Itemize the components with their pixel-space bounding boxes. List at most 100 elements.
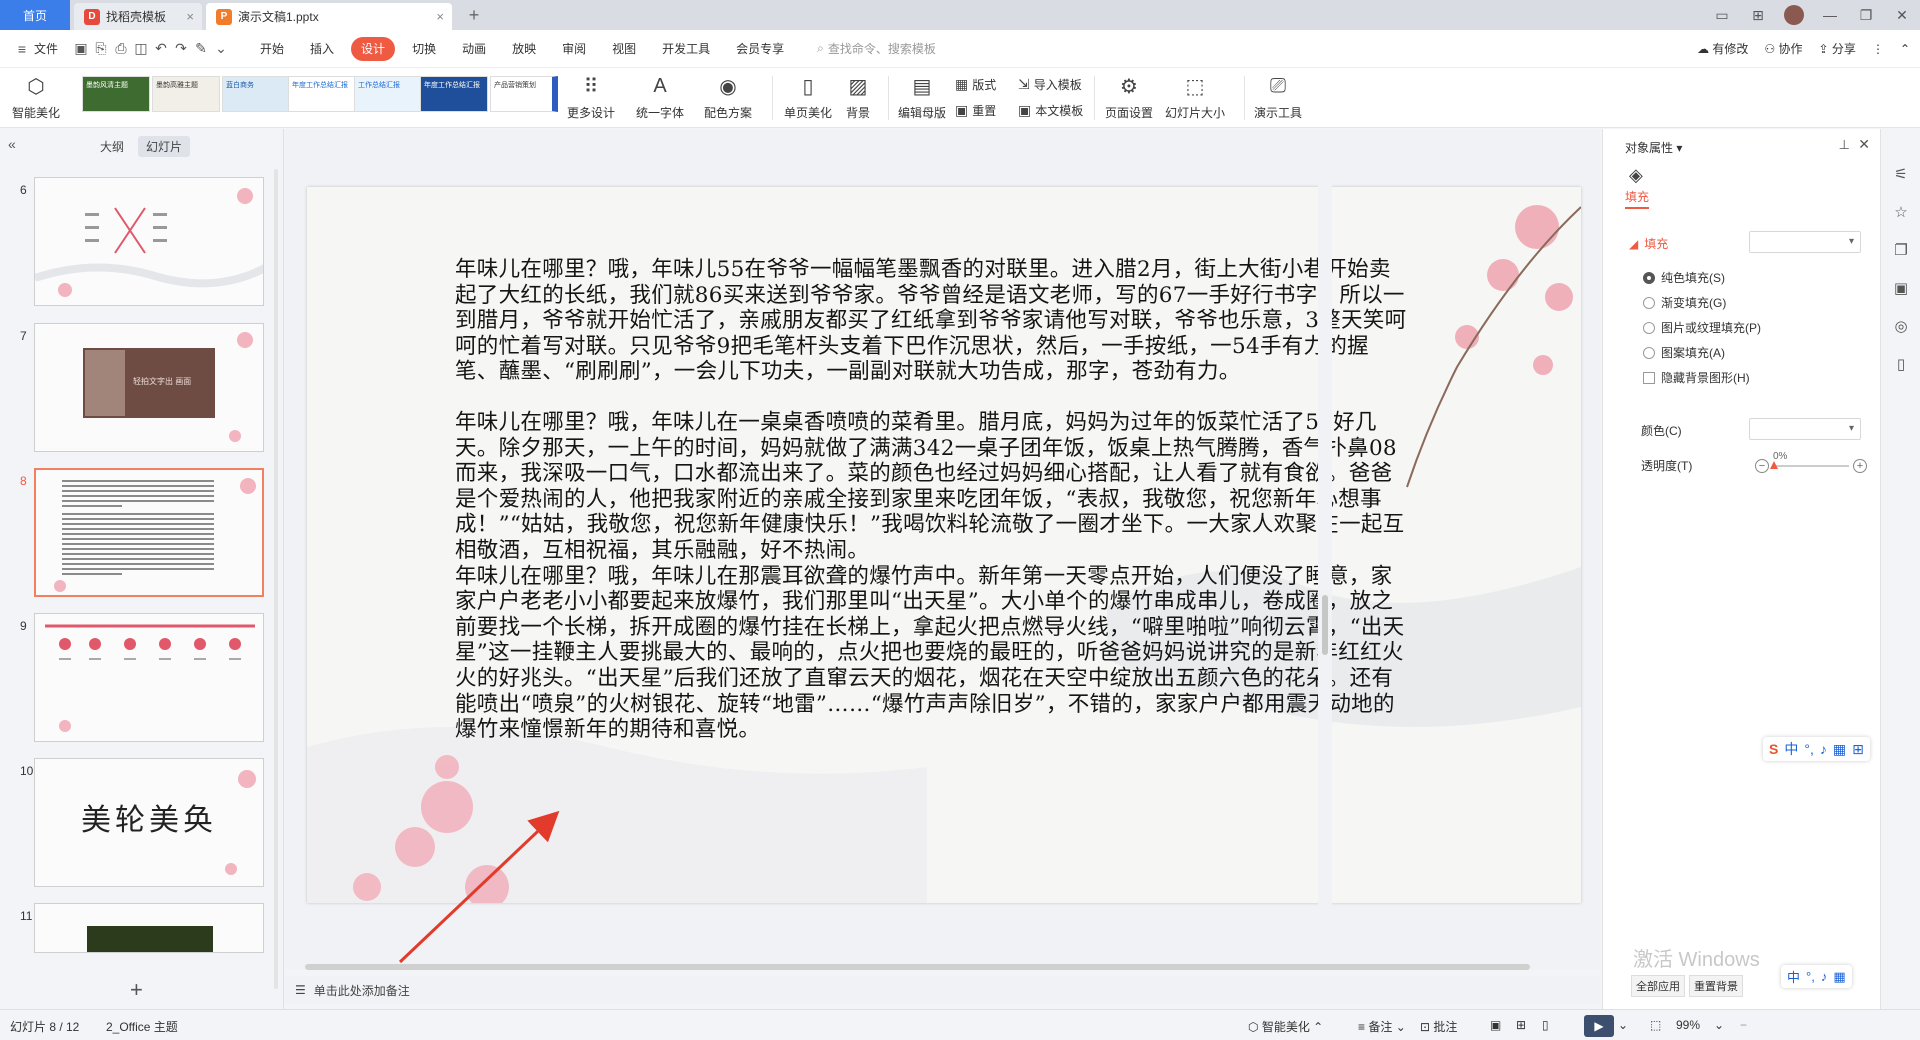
slide-thumbnail-selected[interactable] [34, 468, 264, 597]
menu-animation[interactable]: 动画 [449, 37, 499, 61]
template-thumb[interactable]: 蓝白商务 [222, 76, 290, 112]
copy-icon[interactable]: ❐ [1891, 241, 1911, 259]
punctuation-icon[interactable]: °, [1806, 969, 1815, 984]
slide-thumbnail[interactable]: 美轮美奂 [34, 758, 264, 887]
slide-thumbnail[interactable] [34, 177, 264, 306]
reset-background-button[interactable]: 重置背景 [1689, 975, 1743, 997]
smart-beautify-button[interactable]: ⬡ 智能美化 [12, 72, 60, 121]
menu-file[interactable]: 文件 [32, 37, 71, 61]
menu-view[interactable]: 视图 [599, 37, 649, 61]
close-icon[interactable]: × [186, 9, 194, 24]
apps-icon[interactable]: ⊞ [1852, 741, 1864, 758]
slide-sorter-icon[interactable]: ⊞ [1516, 1018, 1526, 1032]
background-button[interactable]: ▨ 背景 [844, 72, 872, 121]
tab-find-templates[interactable]: D 找稻壳模板 × [74, 3, 202, 30]
slide-thumbnail[interactable]: 轻拍文字出 画面 [34, 323, 264, 452]
comments-toggle[interactable]: ⊡ 批注 [1420, 1018, 1457, 1035]
chevron-down-icon[interactable]: ⌄ [211, 40, 231, 57]
reading-view-icon[interactable]: ▯ [1542, 1018, 1549, 1032]
undo-icon[interactable]: ↶ [151, 40, 171, 57]
color-dropdown[interactable]: ▾ [1749, 418, 1861, 440]
slide-canvas[interactable]: 年味儿在哪里？哦，年味儿55在爷爷一幅幅笔墨飘香的对联里。进入腊2月，街上大街小… [307, 187, 1581, 903]
notes-bar[interactable]: ☰ 单击此处添加备注 [285, 976, 1600, 1004]
unify-font-button[interactable]: A 统一字体 [636, 72, 684, 121]
hamburger-icon[interactable]: ≡ [12, 41, 32, 57]
zoom-dropdown-icon[interactable]: ⌄ [1714, 1018, 1724, 1032]
edit-master-button[interactable]: ▤ 编辑母版 [898, 72, 946, 121]
more-design-button[interactable]: ⠿ 更多设计 [567, 72, 615, 121]
menu-transition[interactable]: 切换 [399, 37, 449, 61]
fill-type-dropdown[interactable]: ▾ [1749, 231, 1861, 253]
reset-button[interactable]: ▣ 重置 [955, 102, 996, 119]
scroll-thumb[interactable] [1322, 595, 1328, 655]
ime-chinese-mode[interactable]: 中 [1787, 967, 1800, 986]
close-icon[interactable]: ✕ [1858, 136, 1870, 153]
template-thumb[interactable]: 工作总结汇报 [354, 76, 422, 112]
menu-developer[interactable]: 开发工具 [649, 37, 723, 61]
template-thumb[interactable]: 墨韵高雅主题 [152, 76, 220, 112]
keyboard-icon[interactable]: ▦ [1833, 741, 1846, 758]
pin-icon[interactable]: ⊥ [1839, 137, 1850, 153]
single-page-beautify-button[interactable]: ▯ 单页美化 [784, 72, 832, 121]
radio-selected[interactable] [1643, 271, 1655, 284]
minus-icon[interactable]: − [1755, 459, 1769, 473]
save-icon[interactable]: ▣ [71, 40, 91, 57]
menu-insert[interactable]: 插入 [297, 37, 347, 61]
canvas-vertical-scrollbar[interactable] [1318, 129, 1332, 969]
notes-toggle[interactable]: ≡ 备注 ⌄ [1358, 1018, 1406, 1035]
slide-size-button[interactable]: ⬚ 幻灯片大小 [1165, 72, 1225, 121]
preview-icon[interactable]: ◫ [131, 40, 151, 57]
tab-document[interactable]: P 演示文稿1.pptx × [206, 3, 452, 30]
panel-title[interactable]: 对象属性 ▾ [1625, 139, 1682, 156]
more-icon[interactable]: ⋮ [1872, 42, 1884, 56]
smart-beautify-status-button[interactable]: ⬡ 智能美化 ⌃ [1248, 1018, 1323, 1035]
layout-icon[interactable]: ▭ [1704, 7, 1740, 24]
layout-button[interactable]: ▦ 版式 [955, 76, 996, 93]
redo-icon[interactable]: ↷ [171, 40, 191, 57]
hide-background-checkbox[interactable]: 隐藏背景图形(H) [1643, 369, 1750, 386]
slide-textbox[interactable]: 年味儿在哪里？哦，年味儿55在爷爷一幅幅笔墨飘香的对联里。进入腊2月，街上大街小… [455, 257, 1410, 768]
properties-icon[interactable]: ⚟ [1891, 165, 1911, 183]
radio[interactable] [1643, 346, 1655, 359]
zoom-level[interactable]: 99% [1676, 1018, 1700, 1032]
slide-thumbnail[interactable] [34, 903, 264, 953]
picture-fill-option[interactable]: 图片或纹理填充(P) [1643, 319, 1761, 336]
microphone-icon[interactable]: ♪ [1821, 969, 1828, 984]
tab-fill[interactable]: ◈ 填充 [1625, 165, 1650, 209]
template-thumb[interactable]: 产品营销策划 [490, 76, 558, 112]
add-slide-button[interactable]: + [130, 977, 143, 1003]
plus-icon[interactable]: + [1853, 459, 1867, 473]
avatar[interactable] [1784, 5, 1804, 25]
template-thumb[interactable]: 年度工作总结汇报 [288, 76, 356, 112]
menu-design[interactable]: 设计 [351, 36, 396, 61]
fill-section-header[interactable]: ◢ 填充 [1629, 235, 1668, 252]
book-icon[interactable]: ▯ [1891, 355, 1911, 373]
import-template-button[interactable]: ⇲ 导入模板 [1018, 76, 1082, 93]
share-button[interactable]: ⇪ 分享 [1819, 40, 1856, 57]
tab-home[interactable]: 首页 [0, 0, 70, 30]
collab-button[interactable]: ⚇ 协作 [1764, 40, 1802, 57]
menu-review[interactable]: 审阅 [549, 37, 599, 61]
radio[interactable] [1643, 296, 1655, 309]
close-icon[interactable]: × [436, 9, 444, 24]
tab-slides[interactable]: 幻灯片 [138, 136, 191, 157]
minimize-icon[interactable]: — [1812, 7, 1848, 23]
collapse-panel-icon[interactable]: « [8, 136, 16, 152]
microphone-icon[interactable]: ♪ [1820, 741, 1827, 757]
format-painter-icon[interactable]: ✎ [191, 40, 211, 57]
normal-view-icon[interactable]: ▣ [1490, 1018, 1501, 1032]
thumbnail-scrollbar[interactable] [274, 169, 278, 989]
command-search[interactable]: ⌕ 查找命令、搜索模板 [817, 40, 936, 57]
star-icon[interactable]: ☆ [1891, 203, 1911, 221]
transparency-slider[interactable]: − 0% + [1755, 451, 1867, 473]
scroll-thumb[interactable] [305, 964, 1530, 970]
slider-track[interactable]: 0% [1770, 451, 1849, 469]
gradient-fill-option[interactable]: 渐变填充(G) [1643, 294, 1726, 311]
slide-thumbnail[interactable] [34, 613, 264, 742]
image-icon[interactable]: ▣ [1891, 279, 1911, 297]
template-thumb[interactable]: 墨韵风清主题 [82, 76, 150, 112]
ime-chinese-mode[interactable]: 中 [1784, 739, 1798, 759]
keyboard-icon[interactable]: ▦ [1833, 969, 1845, 985]
restore-icon[interactable]: ❐ [1848, 7, 1884, 24]
new-tab-button[interactable]: + [462, 3, 486, 27]
